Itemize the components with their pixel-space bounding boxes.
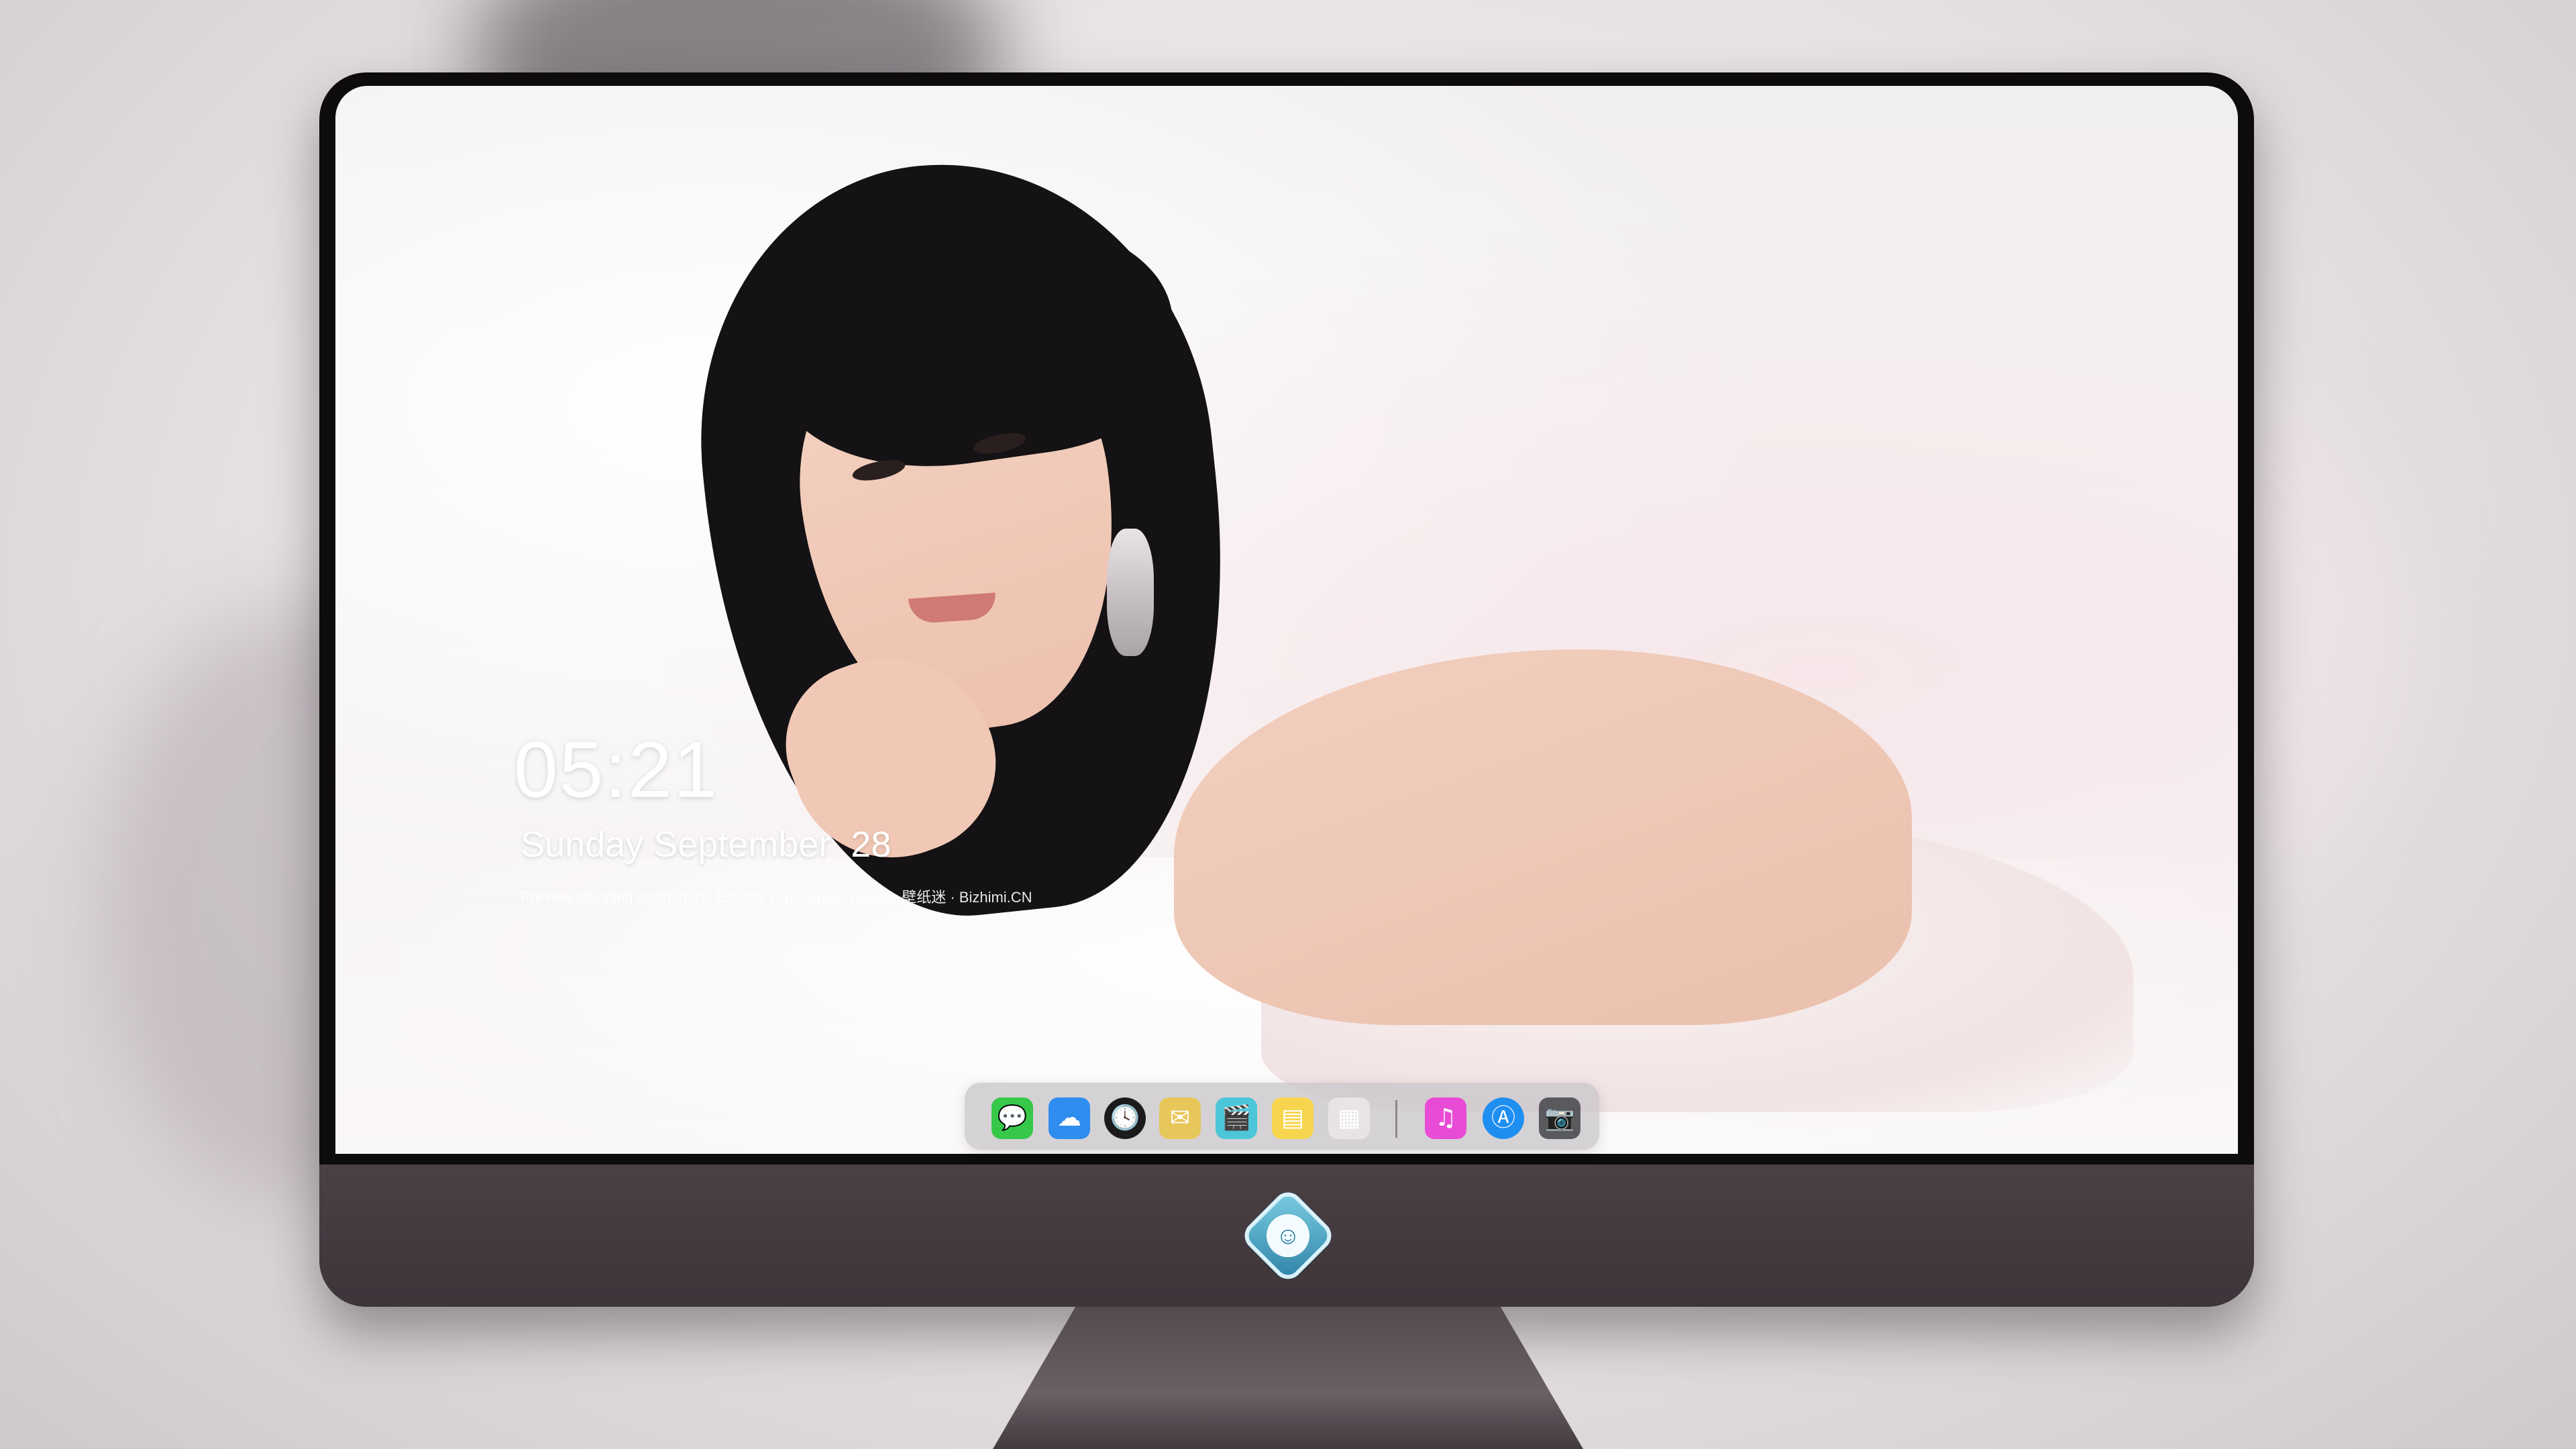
- dock-separator: [1395, 1100, 1397, 1138]
- weather-icon[interactable]: ☁: [1049, 1097, 1090, 1139]
- desktop-screen: [335, 86, 2238, 1154]
- calendar-icon[interactable]: ▦: [1328, 1097, 1370, 1139]
- clapperboard-icon[interactable]: 🎬: [1216, 1097, 1257, 1139]
- preview-icon[interactable]: ✉: [1159, 1097, 1201, 1139]
- notes-icon[interactable]: ▤: [1272, 1097, 1313, 1139]
- dock: 💬 ☁ 🕓 ✉ 🎬 ▤ ▦ ♫ Ⓐ 📷: [965, 1083, 1599, 1150]
- lock-clock: 05:21: [514, 726, 719, 814]
- monitor-stand: [993, 1307, 1583, 1449]
- app-store-icon[interactable]: Ⓐ: [1483, 1097, 1524, 1139]
- messages-icon[interactable]: 💬: [991, 1097, 1033, 1139]
- camera-icon[interactable]: 📷: [1539, 1097, 1580, 1139]
- wallpaper-tagline: Preview stunning wallpapers. Elevate you…: [521, 889, 1032, 906]
- lock-date: Sunday September 28: [521, 824, 892, 865]
- music-icon[interactable]: ♫: [1425, 1097, 1466, 1139]
- mascot-icon: ☺: [1267, 1214, 1309, 1257]
- clock-icon[interactable]: 🕓: [1104, 1097, 1146, 1139]
